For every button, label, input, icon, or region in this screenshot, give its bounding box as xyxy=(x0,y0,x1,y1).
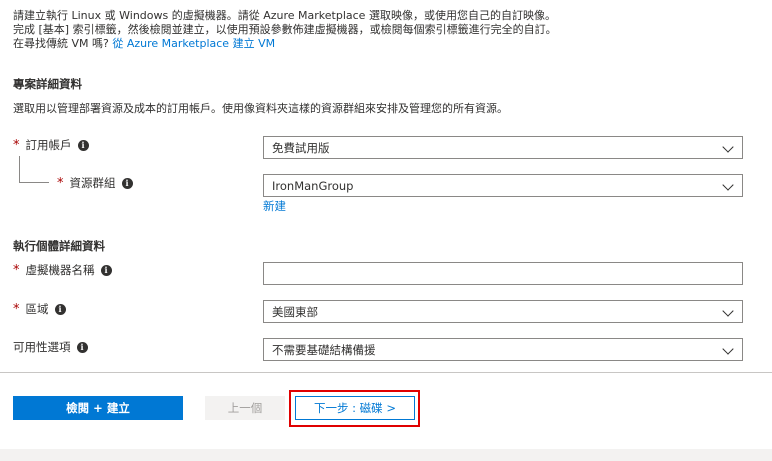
resource-group-label: * 資源群組 i xyxy=(57,175,133,191)
resource-group-select[interactable]: IronManGroup xyxy=(263,174,743,197)
availability-select[interactable]: 不需要基礎結構備援 xyxy=(263,338,743,361)
vm-name-input[interactable] xyxy=(263,262,743,285)
info-icon[interactable]: i xyxy=(76,341,88,353)
next-disks-button[interactable]: 下一步 : 磁碟 > xyxy=(295,396,415,420)
info-icon[interactable]: i xyxy=(54,303,66,315)
subscription-select[interactable]: 免費試用版 xyxy=(263,136,743,159)
region-label: * 區域 i xyxy=(13,301,66,317)
create-vm-from-marketplace-link[interactable]: 從 Azure Marketplace 建立 VM xyxy=(112,37,275,50)
intro-line-3: 在尋找傳統 VM 嗎? 從 Azure Marketplace 建立 VM xyxy=(13,37,763,51)
region-label-text: 區域 xyxy=(25,302,49,316)
resource-group-label-text: 資源群組 xyxy=(69,176,116,190)
required-marker: * xyxy=(13,262,20,278)
create-new-resource-group-link[interactable]: 新建 xyxy=(263,198,286,214)
project-details-desc: 選取用以管理部署資源及成本的訂用帳戶。使用像資料夾這樣的資源群組來安排及管理您的… xyxy=(13,102,508,115)
chevron-down-icon xyxy=(722,305,734,317)
region-select[interactable]: 美國東部 xyxy=(263,300,743,323)
subscription-value: 免費試用版 xyxy=(272,140,330,155)
info-icon[interactable]: i xyxy=(100,264,112,276)
availability-label: 可用性選項 i xyxy=(13,339,88,355)
intro-line-1: 請建立執行 Linux 或 Windows 的虛擬機器。請從 Azure Mar… xyxy=(13,9,556,22)
info-icon[interactable]: i xyxy=(77,139,89,151)
required-marker: * xyxy=(57,175,64,191)
review-create-button[interactable]: 檢閱 + 建立 xyxy=(13,396,183,420)
horizontal-scrollbar[interactable] xyxy=(0,449,772,461)
tree-connector-horizontal xyxy=(19,182,49,183)
chevron-down-icon xyxy=(722,343,734,355)
previous-button[interactable]: 上一個 xyxy=(205,396,285,420)
intro-line-2: 完成 [基本] 索引標籤，然後檢閱並建立，以使用預設參數佈建虛擬機器，或檢閱每個… xyxy=(13,23,557,36)
subscription-label: * 訂用帳戶 i xyxy=(13,137,89,153)
project-details-title: 專案詳細資料 xyxy=(13,77,82,91)
vm-name-label: * 虛擬機器名稱 i xyxy=(13,262,112,278)
instance-details-title: 執行個體詳細資料 xyxy=(13,239,105,253)
required-marker: * xyxy=(13,137,20,153)
availability-value: 不需要基礎結構備援 xyxy=(272,342,376,357)
region-value: 美國東部 xyxy=(272,304,318,319)
resource-group-value: IronManGroup xyxy=(272,178,354,193)
chevron-down-icon xyxy=(722,141,734,153)
intro-text: 請建立執行 Linux 或 Windows 的虛擬機器。請從 Azure Mar… xyxy=(13,9,763,51)
vm-name-label-text: 虛擬機器名稱 xyxy=(25,263,95,277)
availability-label-text: 可用性選項 xyxy=(13,340,71,354)
info-icon[interactable]: i xyxy=(121,177,133,189)
chevron-down-icon xyxy=(722,179,734,191)
classic-vm-question: 在尋找傳統 VM 嗎? xyxy=(13,37,109,50)
tree-connector-vertical xyxy=(19,156,20,182)
footer-divider xyxy=(0,372,772,373)
subscription-label-text: 訂用帳戶 xyxy=(25,138,72,152)
required-marker: * xyxy=(13,301,20,317)
